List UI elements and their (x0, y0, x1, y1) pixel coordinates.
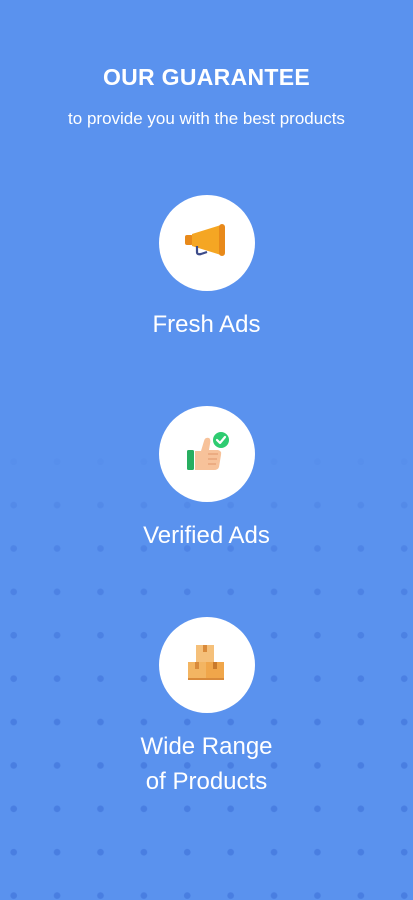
feature-label-line-2: of Products (145, 768, 268, 795)
feature-wide-range: Wide Range of Products (0, 617, 413, 799)
verified-thumbs-up-icon (183, 430, 231, 479)
onboarding-screen: OUR GUARANTEE to provide you with the be… (0, 0, 413, 900)
feature-verified-ads: Verified Ads (0, 406, 413, 553)
feature-label: Verified Ads (143, 522, 270, 549)
page-subtitle: to provide you with the best products (68, 109, 345, 128)
megaphone-icon (183, 222, 231, 265)
feature-label: Wide Range of Products (0, 729, 413, 799)
feature-icon-circle (158, 195, 255, 291)
feature-label-line-1: Wide Range (140, 733, 273, 760)
boxes-icon (184, 642, 230, 689)
feature-fresh-ads: Fresh Ads (0, 195, 413, 342)
feature-icon-circle (158, 617, 255, 713)
page-title: OUR GUARANTEE (102, 64, 311, 90)
feature-label: Fresh Ads (152, 311, 261, 338)
feature-icon-circle (158, 406, 255, 502)
